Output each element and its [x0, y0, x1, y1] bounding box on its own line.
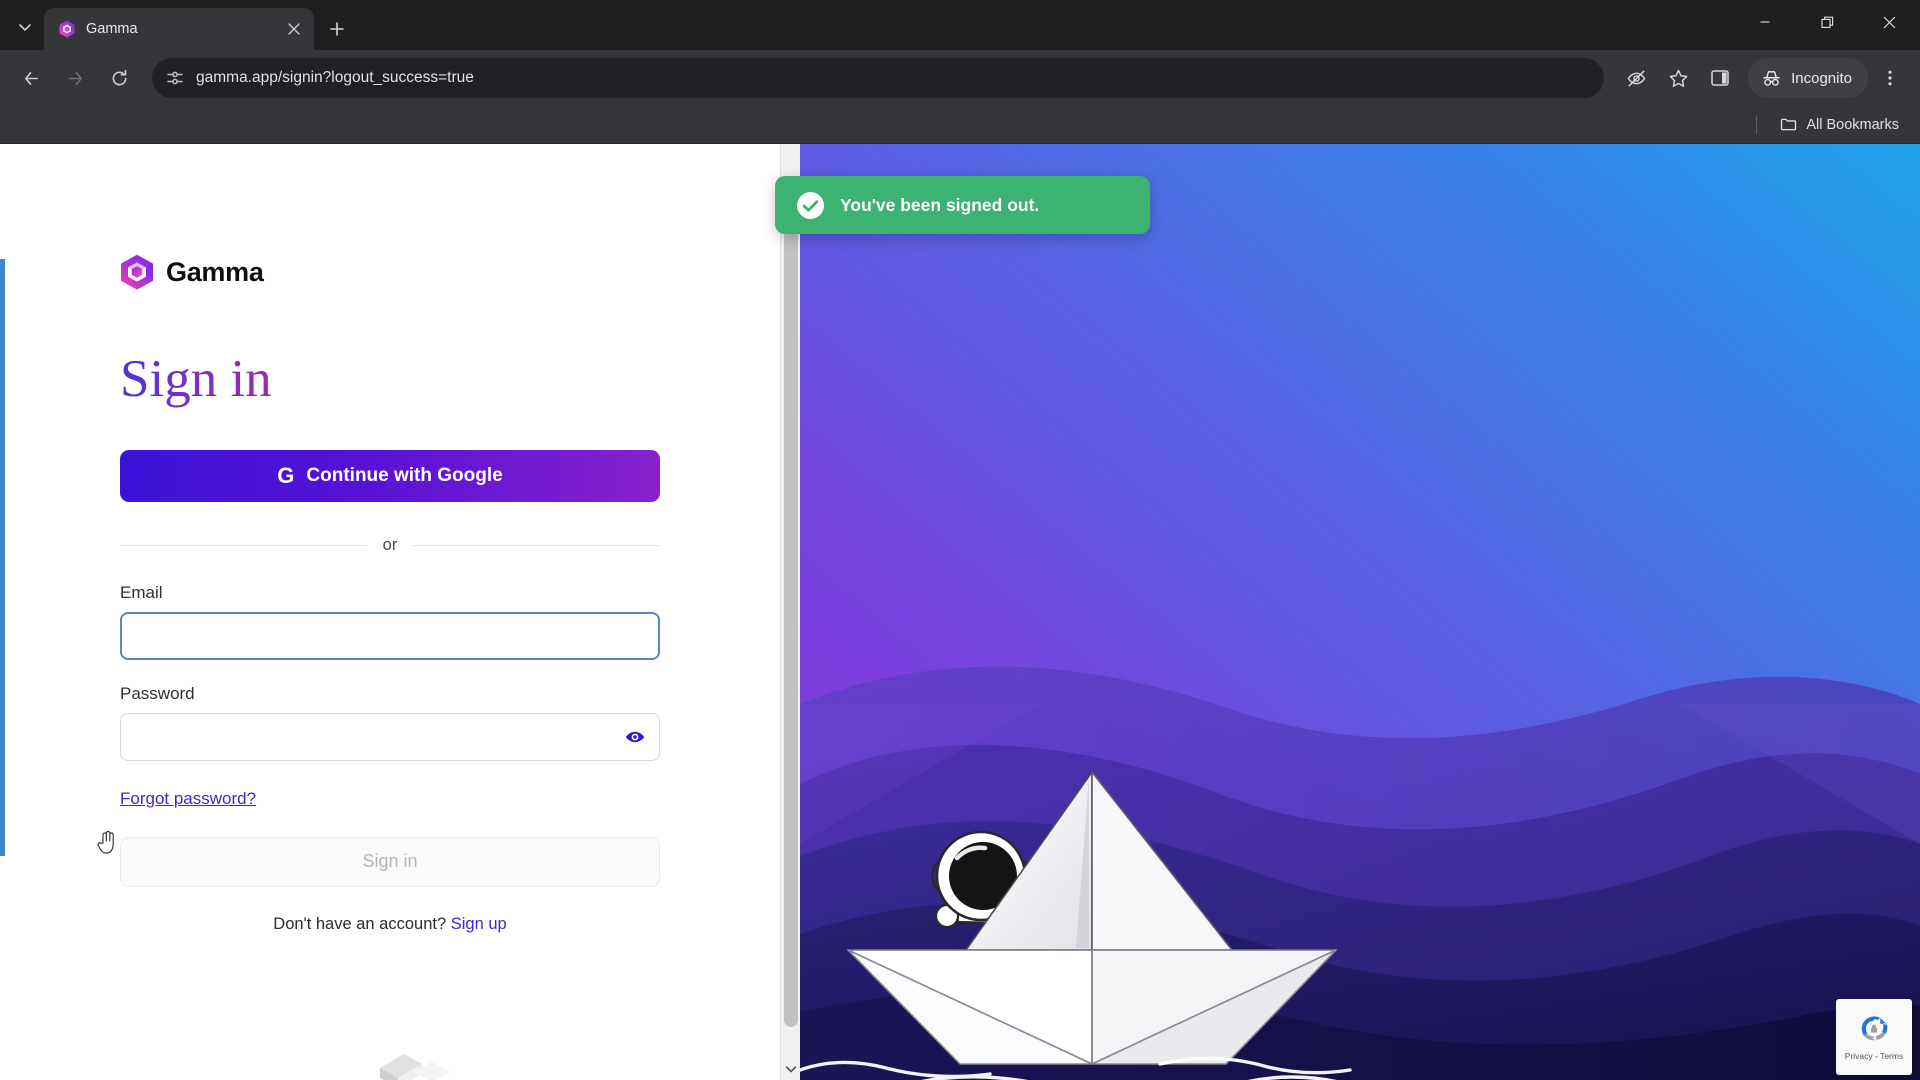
side-panel-icon: [1711, 70, 1729, 86]
check-circle-icon: [797, 191, 824, 219]
recaptcha-label: Privacy - Terms: [1844, 1051, 1904, 1061]
incognito-profile-button[interactable]: Incognito: [1748, 58, 1868, 98]
password-input[interactable]: [120, 712, 660, 761]
recaptcha-icon: [1857, 1013, 1891, 1047]
scrollbar-thumb[interactable]: [784, 192, 798, 1027]
minimize-button[interactable]: [1734, 0, 1796, 44]
astronaut-paper-boat-illustration: [800, 144, 1920, 1080]
scroll-down-arrow-icon[interactable]: [781, 1060, 801, 1078]
tracking-protection-button[interactable]: [1616, 58, 1656, 98]
email-input[interactable]: [120, 611, 660, 660]
email-label: Email: [120, 582, 163, 602]
forward-arrow-icon: [68, 71, 82, 85]
bookmark-button[interactable]: [1658, 58, 1698, 98]
hand-pointer-cursor: [96, 830, 118, 856]
toast-message: You've been signed out.: [840, 194, 1040, 215]
divider-line-left: [120, 544, 367, 546]
page-viewport: Gamma Sign in G Continue with Google or …: [0, 144, 1920, 1080]
side-panel-button[interactable]: [1700, 58, 1740, 98]
new-tab-button[interactable]: [320, 12, 354, 46]
browser-tab[interactable]: Gamma: [44, 8, 314, 50]
star-icon: [1669, 69, 1688, 87]
close-icon: [288, 23, 300, 35]
bookmarks-bar: All Bookmarks: [0, 106, 1920, 144]
continue-with-google-button[interactable]: G Continue with Google: [120, 449, 660, 502]
divider-line-right: [413, 544, 661, 546]
forward-button[interactable]: [54, 57, 96, 99]
password-field-group: Password: [120, 684, 660, 761]
signup-link[interactable]: Sign up: [451, 915, 507, 933]
email-field-group: Email: [120, 583, 660, 660]
signup-prompt-text: Don't have an account?: [273, 914, 447, 933]
eye-slash-icon: [1627, 69, 1646, 87]
signup-prompt-row: Don't have an account? Sign up: [120, 915, 660, 934]
forgot-password-link[interactable]: Forgot password?: [120, 789, 256, 809]
tab-search-button[interactable]: [8, 10, 42, 44]
password-label: Password: [120, 683, 195, 703]
chevron-down-icon: [19, 24, 31, 31]
all-bookmarks-button[interactable]: All Bookmarks: [1771, 111, 1908, 138]
tab-strip: Gamma: [0, 0, 1920, 50]
incognito-icon: [1761, 68, 1782, 89]
back-arrow-icon: [24, 71, 38, 85]
address-bar[interactable]: gamma.app/signin?logout_success=true: [152, 58, 1605, 98]
bookmarks-divider: [1756, 115, 1758, 134]
brand-name: Gamma: [166, 256, 264, 287]
browser-menu-button[interactable]: [1870, 58, 1910, 98]
reload-button[interactable]: [98, 57, 140, 99]
back-button[interactable]: [10, 57, 52, 99]
window-controls: [1734, 0, 1920, 44]
decorative-3d-shape: [370, 1042, 460, 1080]
reload-icon: [112, 69, 126, 85]
toggle-password-visibility-button[interactable]: [622, 724, 648, 750]
close-window-icon: [1883, 16, 1895, 28]
folder-icon: [1780, 116, 1797, 133]
signin-button-wrapper: Sign in: [120, 836, 660, 887]
incognito-label: Incognito: [1791, 69, 1852, 87]
gamma-logo-icon: [58, 20, 76, 38]
address-bar-url: gamma.app/signin?logout_success=true: [196, 69, 474, 86]
signin-submit-button[interactable]: Sign in: [120, 836, 660, 887]
divider-label: or: [382, 535, 398, 554]
browser-window: Gamma gamma.app/signin?logout_success=tr…: [0, 0, 1920, 1080]
three-dot-menu-icon: [1888, 70, 1892, 86]
maximize-button[interactable]: [1796, 0, 1858, 44]
gamma-logo-icon: [120, 254, 154, 290]
tab-close-button[interactable]: [282, 17, 306, 41]
page-scrollbar[interactable]: [780, 144, 800, 1080]
plus-icon: [330, 22, 344, 36]
google-g-icon: G: [277, 462, 295, 488]
brand-logo: Gamma: [120, 254, 660, 290]
recaptcha-badge[interactable]: Privacy - Terms: [1836, 999, 1912, 1075]
signed-out-toast: You've been signed out.: [775, 176, 1150, 234]
minimize-icon: [1760, 21, 1770, 23]
site-settings-icon[interactable]: [166, 69, 184, 87]
restore-window-icon: [1820, 16, 1833, 28]
divider-or: or: [120, 535, 661, 555]
eye-icon: [625, 731, 645, 742]
signin-panel: Gamma Sign in G Continue with Google or …: [0, 144, 780, 1080]
page-title: Sign in: [120, 350, 272, 408]
tab-title: Gamma: [86, 21, 138, 37]
all-bookmarks-label: All Bookmarks: [1806, 116, 1899, 133]
close-window-button[interactable]: [1858, 0, 1920, 44]
continue-with-google-label: Continue with Google: [306, 464, 503, 486]
browser-toolbar: gamma.app/signin?logout_success=true Inc…: [0, 50, 1920, 106]
